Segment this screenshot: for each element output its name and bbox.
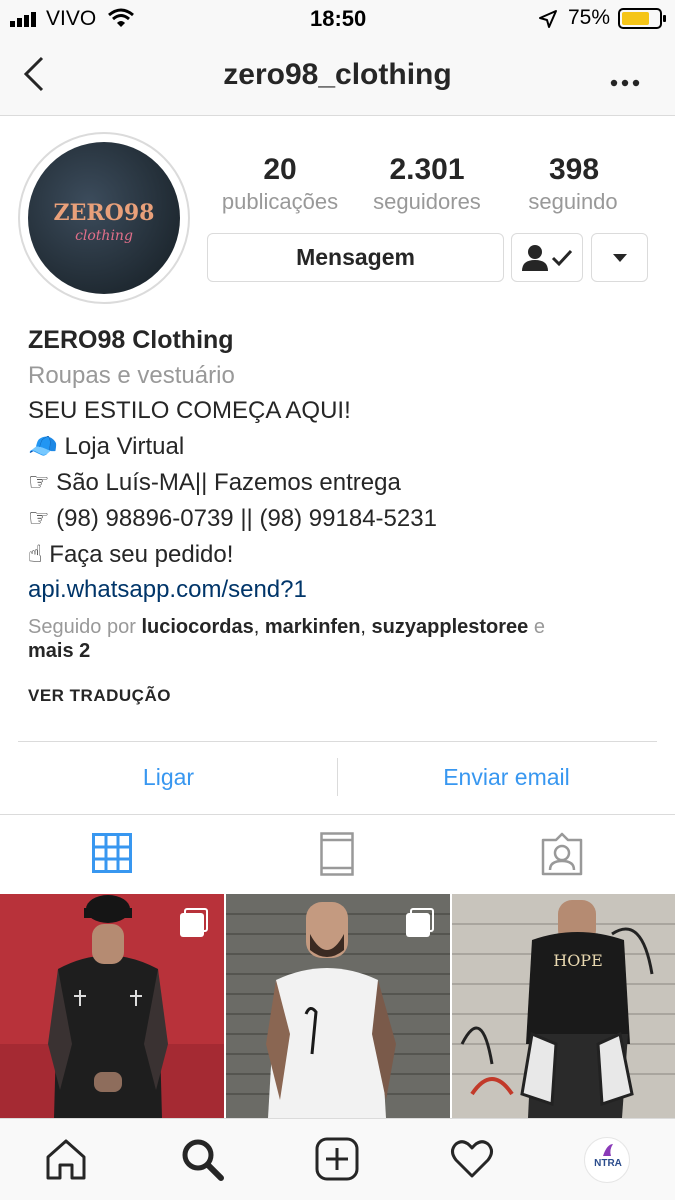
- divider: [18, 741, 657, 742]
- feed-tab-icon[interactable]: [320, 832, 354, 876]
- profile-category: Roupas e vestuário: [28, 362, 235, 389]
- follower-user-3[interactable]: suzyapplestoree: [372, 616, 529, 638]
- avatar-logo-subtext: clothing: [75, 228, 133, 244]
- search-icon[interactable]: [180, 1137, 224, 1181]
- bottom-tab-bar: NTRA: [0, 1118, 675, 1200]
- posts-label: publicações: [221, 189, 339, 214]
- dropdown-triangle-icon: [612, 253, 627, 262]
- signal-icon: [10, 12, 36, 27]
- profile-name: ZERO98 Clothing: [28, 326, 234, 354]
- following-label: seguindo: [528, 189, 618, 214]
- grid-tab-icon[interactable]: [92, 833, 132, 873]
- following-count[interactable]: 398: [494, 153, 654, 187]
- carrier-label: VIVO: [46, 7, 97, 30]
- followers-count[interactable]: 2.301: [347, 153, 507, 187]
- activity-heart-icon[interactable]: [450, 1139, 494, 1179]
- bio-line-5: ☝ Faça seu pedido!: [28, 541, 234, 568]
- post-image: HOPE: [452, 894, 675, 1118]
- post-shirt-text: HOPE: [553, 951, 603, 970]
- follower-user-1[interactable]: luciocordas: [141, 616, 253, 638]
- follower-user-2[interactable]: markinfen: [265, 616, 361, 638]
- post-thumbnail-3[interactable]: HOPE: [452, 894, 675, 1118]
- profile-tab-avatar[interactable]: NTRA: [584, 1137, 630, 1183]
- multiple-photos-icon: [406, 908, 436, 938]
- followers-label: seguidores: [373, 189, 481, 214]
- profile-avatar-logo-icon: [603, 1144, 613, 1156]
- avatar-logo-text: ZERO98: [53, 200, 155, 226]
- posts-count[interactable]: 20: [200, 153, 360, 187]
- post-thumbnail-1[interactable]: [0, 894, 224, 1118]
- page-title: zero98_clothing: [223, 58, 452, 91]
- followed-by-conj: e: [533, 616, 545, 638]
- followed-by-more[interactable]: mais 2: [28, 640, 90, 663]
- bio-line-4: ☞ (98) 98896-0739 || (98) 99184-5231: [28, 505, 437, 532]
- bio-line-1: SEU ESTILO COMEÇA AQUI!: [28, 397, 351, 424]
- status-bar: VIVO 18:50 75%: [0, 0, 675, 38]
- followed-by-text[interactable]: Seguido por luciocordas, markinfen, suzy…: [28, 616, 545, 639]
- message-button[interactable]: Mensagem: [207, 233, 504, 282]
- profile-avatar-text: NTRA: [594, 1158, 622, 1169]
- see-translation-link[interactable]: VER TRADUÇÃO: [28, 686, 171, 706]
- battery-fill: [622, 12, 649, 25]
- new-post-icon[interactable]: [315, 1137, 359, 1181]
- location-arrow-icon: [539, 10, 557, 28]
- bio-line-3: ☞ São Luís-MA|| Fazemos entrega: [28, 469, 401, 496]
- call-button[interactable]: Ligar: [0, 764, 337, 791]
- divider: [0, 814, 675, 815]
- clock: 18:50: [310, 6, 367, 31]
- home-icon[interactable]: [44, 1137, 88, 1181]
- bio-line-2: 🧢 Loja Virtual: [28, 433, 185, 460]
- multiple-photos-icon: [180, 908, 210, 938]
- wifi-icon: [108, 8, 134, 27]
- profile-header: zero98_clothing: [0, 38, 675, 116]
- email-button[interactable]: Enviar email: [338, 764, 675, 791]
- following-button[interactable]: [511, 233, 583, 282]
- tagged-tab-icon[interactable]: [541, 832, 583, 876]
- followed-by-prefix: Seguido por: [28, 616, 136, 638]
- user-check-icon: [522, 244, 573, 271]
- suggestions-dropdown-button[interactable]: [591, 233, 648, 282]
- more-options-icon[interactable]: [610, 74, 640, 87]
- avatar[interactable]: ZERO98 clothing: [18, 132, 190, 304]
- bio-link[interactable]: api.whatsapp.com/send?1: [28, 576, 307, 604]
- post-thumbnail-2[interactable]: [226, 894, 450, 1118]
- battery-icon: [618, 8, 666, 29]
- battery-percent: 75%: [568, 6, 611, 29]
